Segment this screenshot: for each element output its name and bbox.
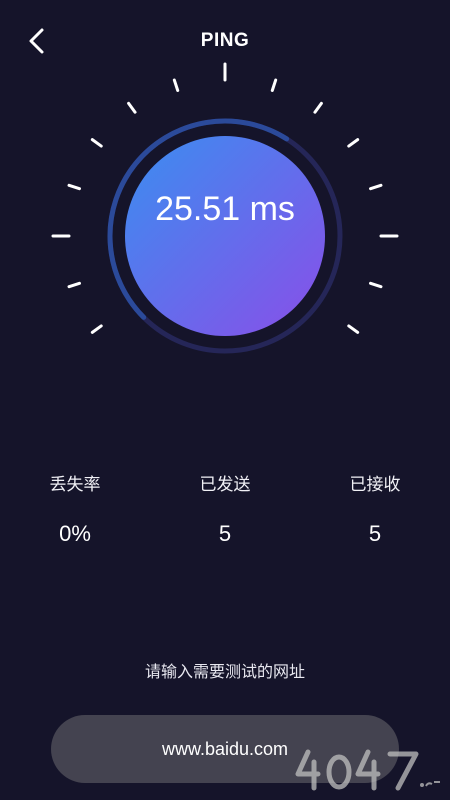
stat-sent: 已发送 5 bbox=[150, 470, 300, 547]
gauge-tick bbox=[347, 324, 360, 334]
stats-row: 丢失率 0% 已发送 5 已接收 5 bbox=[0, 470, 450, 560]
stat-packet-loss: 丢失率 0% bbox=[0, 470, 150, 547]
gauge-tick bbox=[347, 138, 360, 148]
stat-value: 5 bbox=[218, 521, 232, 546]
gauge-tick bbox=[369, 183, 383, 191]
url-input-value: www.baidu.com bbox=[161, 738, 289, 759]
gauge-circle bbox=[125, 136, 325, 336]
ping-gauge: 25.51 ms bbox=[0, 60, 450, 420]
gauge-tick bbox=[90, 138, 103, 148]
gauge-tick bbox=[369, 281, 383, 289]
gauge-tick bbox=[270, 78, 278, 92]
gauge-tick bbox=[172, 78, 180, 92]
stat-label: 已发送 bbox=[199, 475, 251, 495]
gauge-tick bbox=[67, 281, 81, 289]
watermark-logo bbox=[295, 749, 440, 791]
stat-received: 已接收 5 bbox=[300, 470, 450, 547]
url-hint: 请输入需要测试的网址 bbox=[144, 662, 305, 681]
stat-value: 0% bbox=[59, 521, 91, 546]
gauge-tick bbox=[67, 183, 81, 191]
gauge-tick bbox=[127, 101, 137, 114]
stat-value: 5 bbox=[368, 521, 382, 546]
gauge-tick bbox=[313, 101, 323, 114]
stat-label: 已接收 bbox=[349, 475, 401, 495]
gauge-tick bbox=[90, 324, 103, 334]
gauge-dial bbox=[51, 62, 399, 354]
ping-value: 25.51 ms bbox=[155, 190, 295, 228]
stat-label: 丢失率 bbox=[49, 475, 101, 495]
page-title: PING bbox=[200, 30, 250, 51]
